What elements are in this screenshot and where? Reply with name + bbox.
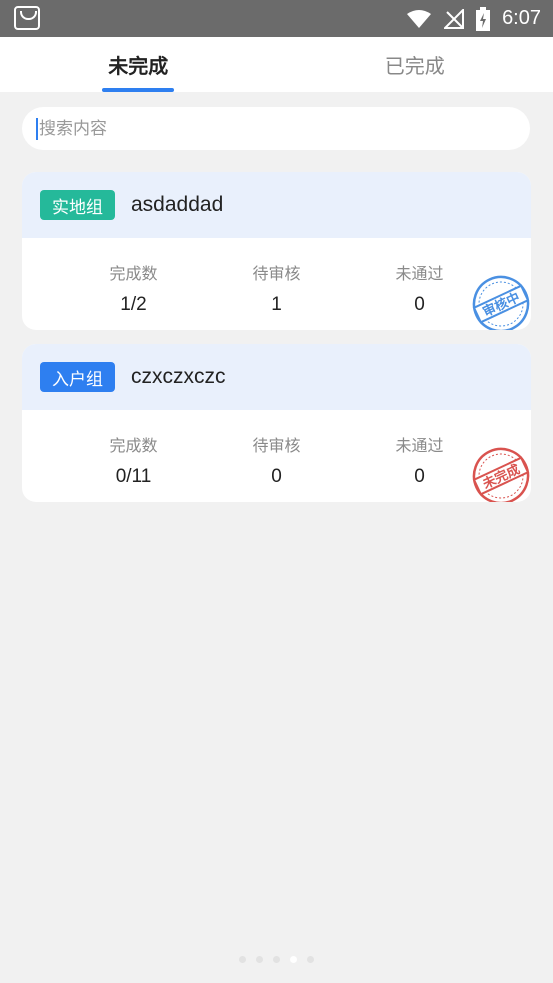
stat-value: 0/11 <box>115 466 152 487</box>
stat-value: 1 <box>271 294 282 315</box>
page-indicator <box>0 956 553 963</box>
page-dot <box>273 956 280 963</box>
group-card[interactable]: 实地组 asdaddad 完成数 1/2 待审核 1 未通过 0 审核中 <box>22 172 531 330</box>
card-header: 实地组 asdaddad <box>22 172 531 238</box>
wifi-icon <box>407 9 432 28</box>
battery-charging-icon <box>476 6 491 31</box>
stat-value: 0 <box>414 294 425 315</box>
card-stats: 完成数 1/2 待审核 1 未通过 0 审核中 <box>22 238 531 330</box>
card-title: czxczxczc <box>131 365 226 388</box>
text-caret <box>36 117 38 140</box>
search-bar <box>22 107 530 150</box>
notification-icon <box>14 6 40 30</box>
card-header: 入户组 czxczxczc <box>22 344 531 410</box>
page-dot <box>239 956 246 963</box>
incomplete-stamp-icon: 未完成 <box>472 447 530 502</box>
group-tag: 入户组 <box>40 362 115 392</box>
group-card[interactable]: 入户组 czxczxczc 完成数 0/11 待审核 0 未通过 0 未完成 <box>22 344 531 502</box>
stat-label: 完成数 <box>109 436 158 455</box>
tab-bar: 未完成 已完成 <box>0 37 553 92</box>
stat-value: 1/2 <box>120 294 147 315</box>
page-dot <box>256 956 263 963</box>
reviewing-stamp-icon: 审核中 <box>472 275 530 330</box>
stat-value: 0 <box>271 466 282 487</box>
status-bar: 6:07 <box>0 0 553 37</box>
stat-label: 待审核 <box>252 436 301 455</box>
stat-completed: 完成数 0/11 <box>62 410 205 502</box>
stat-value: 0 <box>414 466 425 487</box>
group-tag: 实地组 <box>40 190 115 220</box>
stat-pending: 待审核 0 <box>205 410 348 502</box>
search-input[interactable] <box>39 118 499 139</box>
stat-label: 完成数 <box>109 264 158 283</box>
stat-label: 未通过 <box>395 264 444 283</box>
stat-label: 待审核 <box>252 264 301 283</box>
card-title: asdaddad <box>131 193 224 216</box>
stat-completed: 完成数 1/2 <box>62 238 205 330</box>
tab-incomplete[interactable]: 未完成 <box>0 37 277 92</box>
status-time: 6:07 <box>502 7 541 29</box>
tab-label: 未完成 <box>108 54 169 78</box>
tab-label: 已完成 <box>384 54 445 78</box>
page-dot <box>307 956 314 963</box>
page-dot <box>290 956 297 963</box>
tab-active-indicator <box>102 88 175 92</box>
signal-icon <box>444 8 465 29</box>
tab-completed[interactable]: 已完成 <box>277 37 553 92</box>
stat-label: 未通过 <box>395 436 444 455</box>
card-stats: 完成数 0/11 待审核 0 未通过 0 未完成 <box>22 410 531 502</box>
stat-rejected: 未通过 0 <box>348 410 491 502</box>
stat-pending: 待审核 1 <box>205 238 348 330</box>
stat-rejected: 未通过 0 <box>348 238 491 330</box>
